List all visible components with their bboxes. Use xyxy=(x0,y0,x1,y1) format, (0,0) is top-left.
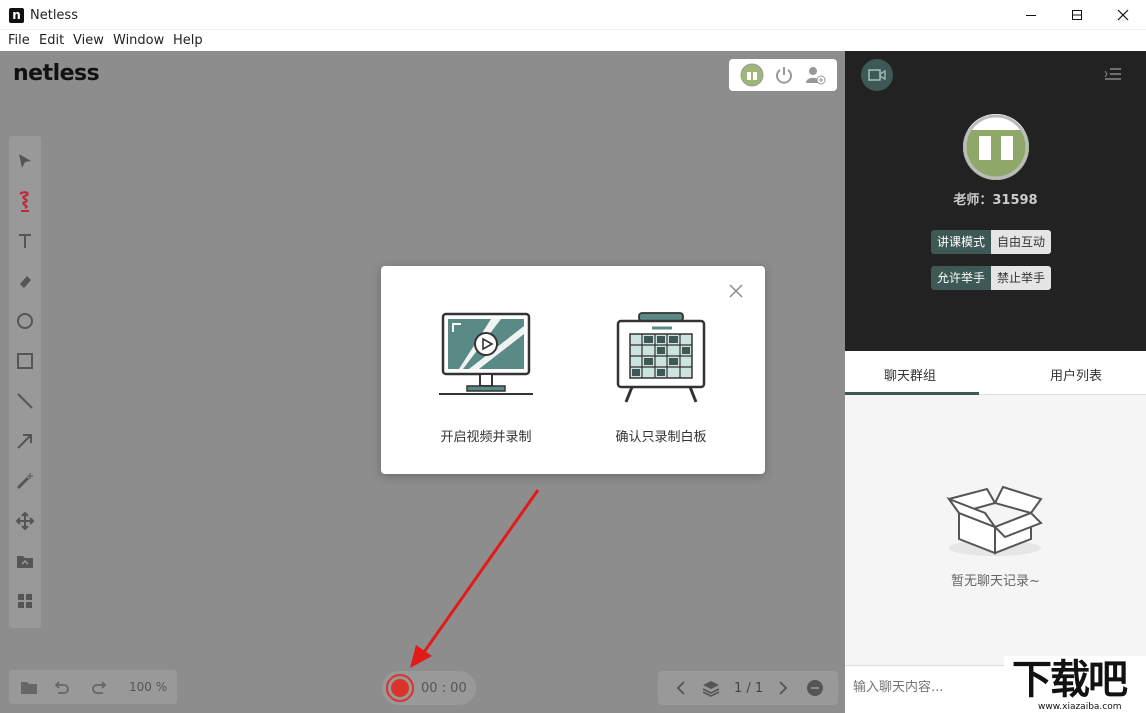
ellipse-tool[interactable] xyxy=(13,309,37,333)
camera-button[interactable] xyxy=(861,59,893,91)
teacher-name: 老师：31598 xyxy=(845,189,1146,208)
redo-button[interactable] xyxy=(90,678,110,696)
free-interact-button[interactable]: 自由互动 xyxy=(991,230,1051,254)
top-controls xyxy=(729,59,837,91)
app-icon: n xyxy=(9,8,24,23)
dialog-close-button[interactable] xyxy=(729,284,745,300)
netless-logo: netless xyxy=(13,61,99,86)
folder-icon xyxy=(20,679,38,695)
previous-page-icon[interactable] xyxy=(674,680,688,696)
record-button-icon[interactable] xyxy=(385,673,415,703)
chat-bubble-icon[interactable] xyxy=(806,679,824,697)
close-icon xyxy=(729,284,743,298)
forbid-hand-raise-button[interactable]: 禁止举手 xyxy=(991,266,1051,290)
record-mode-dialog: 开启视频并录制 xyxy=(381,266,765,474)
close-btn[interactable] xyxy=(1100,0,1146,30)
square-icon xyxy=(16,352,34,370)
menu-help[interactable]: Help xyxy=(173,33,203,48)
calendar-grid xyxy=(630,334,692,378)
page-controls: 1 / 1 xyxy=(658,671,838,705)
option-video-record[interactable]: 开启视频并录制 xyxy=(411,306,561,456)
teacher-panel: 老师：31598 讲课模式 自由互动 允许举手 禁止举手 xyxy=(845,51,1146,351)
page-indicator: 1 / 1 xyxy=(734,681,763,696)
upload-tool[interactable] xyxy=(13,549,37,573)
menu-file[interactable]: File xyxy=(8,33,30,48)
watermark-url: www.xiazaiba.com xyxy=(1038,702,1122,712)
menu-window[interactable]: Window xyxy=(113,33,164,48)
undo-icon xyxy=(52,679,70,695)
grid-tool[interactable] xyxy=(13,589,37,613)
laser-tool[interactable] xyxy=(13,469,37,493)
panel-menu-button[interactable] xyxy=(1104,67,1122,85)
title-bar: n Netless xyxy=(0,0,1146,30)
teaching-mode-toggle: 讲课模式 自由互动 xyxy=(931,230,1051,254)
monitor-video-icon xyxy=(431,312,541,404)
file-button[interactable] xyxy=(19,678,39,696)
redo-icon xyxy=(91,679,109,695)
allow-hand-raise-button[interactable]: 允许举手 xyxy=(931,266,991,290)
maximize-btn[interactable] xyxy=(1054,0,1100,30)
teacher-avatar xyxy=(963,114,1029,180)
pencil-icon xyxy=(17,190,33,212)
hand-raise-toggle: 允许举手 禁止举手 xyxy=(931,266,1051,290)
arrow-tool[interactable] xyxy=(13,429,37,453)
eraser-icon xyxy=(17,273,33,289)
minimize-btn[interactable] xyxy=(1008,0,1054,30)
option-video-label: 开启视频并录制 xyxy=(411,426,561,445)
grid-icon xyxy=(16,592,34,610)
menu-bar: File Edit View Window Help xyxy=(0,30,1146,51)
lecture-mode-button[interactable]: 讲课模式 xyxy=(931,230,991,254)
chat-input[interactable] xyxy=(853,680,1003,695)
site-watermark: 下载吧 www.xiazaiba.com xyxy=(1004,656,1146,713)
line-tool[interactable] xyxy=(13,389,37,413)
text-icon xyxy=(17,233,33,249)
list-menu-icon xyxy=(1104,67,1122,81)
layers-icon[interactable] xyxy=(702,679,720,697)
tab-chat-group[interactable]: 聊天群组 xyxy=(884,365,936,384)
option-board-record[interactable]: 确认只录制白板 xyxy=(586,306,736,456)
record-timer: 00 : 00 xyxy=(421,681,467,696)
line-icon xyxy=(16,392,34,410)
empty-chat-text: 暂无聊天记录~ xyxy=(845,570,1146,589)
empty-box-icon xyxy=(945,483,1045,559)
video-camera-icon xyxy=(868,68,886,82)
avatar-icon xyxy=(963,114,1029,180)
history-controls: 100 % xyxy=(9,670,177,704)
select-tool[interactable] xyxy=(13,149,37,173)
add-user-icon[interactable] xyxy=(804,64,826,86)
menu-view[interactable]: View xyxy=(73,33,104,48)
record-control: 00 : 00 xyxy=(382,671,476,705)
tool-strip xyxy=(9,136,41,628)
status-avatar-icon[interactable] xyxy=(740,63,764,87)
zoom-level[interactable]: 100 % xyxy=(129,680,167,694)
close-icon xyxy=(1117,9,1129,21)
cursor-icon xyxy=(17,153,33,169)
move-icon xyxy=(15,511,35,531)
circle-icon xyxy=(16,312,34,330)
menu-edit[interactable]: Edit xyxy=(39,33,64,48)
chat-area: 暂无聊天记录~ xyxy=(845,395,1146,665)
move-tool[interactable] xyxy=(13,509,37,533)
window-title: Netless xyxy=(30,8,78,23)
eraser-tool[interactable] xyxy=(13,269,37,293)
tab-user-list[interactable]: 用户列表 xyxy=(1050,365,1102,384)
next-page-icon[interactable] xyxy=(776,680,790,696)
watermark-logo: 下载吧 xyxy=(1012,656,1126,704)
maximize-icon xyxy=(1071,9,1083,21)
whiteboard-icon xyxy=(606,312,716,404)
arrow-icon xyxy=(16,432,34,450)
rectangle-tool[interactable] xyxy=(13,349,37,373)
folder-upload-icon xyxy=(16,552,34,570)
pencil-tool[interactable] xyxy=(13,189,37,213)
text-tool[interactable] xyxy=(13,229,37,253)
minimize-icon xyxy=(1025,9,1037,21)
laser-pointer-icon xyxy=(15,471,35,491)
option-board-label: 确认只录制白板 xyxy=(586,426,736,445)
power-icon[interactable] xyxy=(773,64,795,86)
undo-button[interactable] xyxy=(51,678,71,696)
panel-tabs: 聊天群组 用户列表 xyxy=(845,351,1146,395)
